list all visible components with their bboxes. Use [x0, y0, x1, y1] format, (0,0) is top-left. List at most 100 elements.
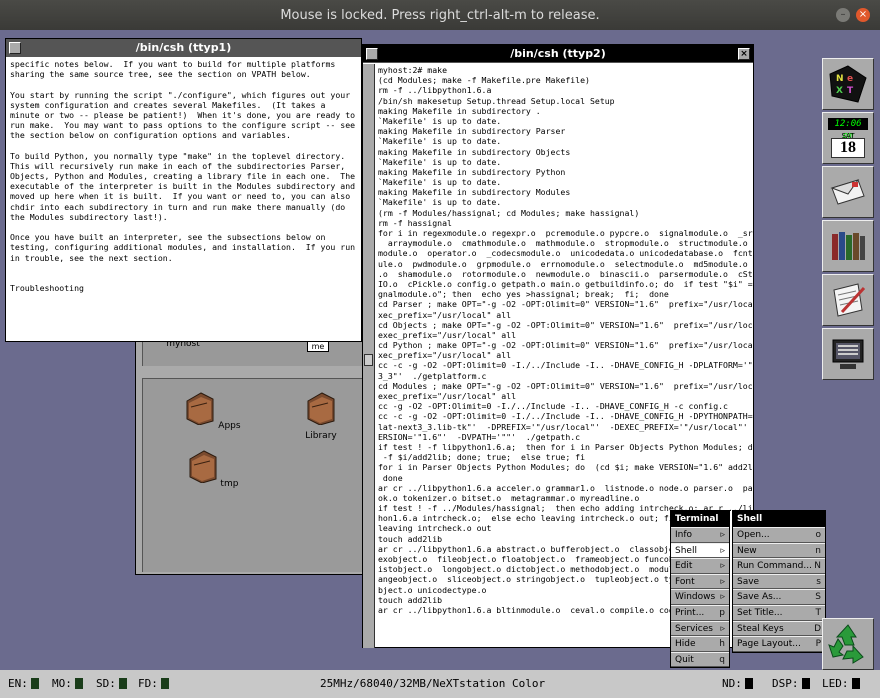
- status-mo: MO:: [52, 677, 83, 690]
- status-machine: 25MHz/68040/32MB/NeXTstation Color: [320, 677, 546, 690]
- menu-item-shortcut: s: [816, 576, 821, 587]
- terminal-line: (rm -f Modules/hassignal; cd Modules; ma…: [378, 207, 640, 218]
- terminal-line: run make. You may want to pass options t…: [10, 120, 356, 131]
- dock-tile-mail[interactable]: [822, 166, 874, 218]
- window-title-bar[interactable]: /bin/csh (ttyp1): [6, 39, 361, 57]
- terminal-line: gnalmodule.o"; then echo yes >hassignal;…: [378, 289, 669, 300]
- folder-apps[interactable]: Apps: [183, 391, 243, 431]
- menu-item-shortcut: P: [815, 639, 821, 650]
- menu-title[interactable]: Shell: [733, 511, 825, 527]
- terminal-line: done: [378, 472, 403, 483]
- menu-item-shortcut: ▹: [720, 561, 725, 572]
- dock-tile-library[interactable]: [822, 220, 874, 272]
- terminal-line: cd Objects ; make OPT="-g -O2 -OPT:Olimi…: [378, 319, 753, 330]
- menu-item-steal-keys[interactable]: Steal Keys D: [733, 620, 825, 637]
- folder-label: Library: [305, 431, 337, 441]
- mail-icon: [830, 179, 865, 205]
- dock-tile-workspace[interactable]: N e X T: [822, 58, 874, 110]
- terminal-line: `Makefile' is up to date.: [378, 197, 502, 208]
- menu-item-shortcut: ▹: [720, 530, 725, 540]
- menu-item-services[interactable]: Services ▹: [671, 620, 729, 637]
- clock-date: 18: [831, 138, 865, 158]
- menu-item-save-as[interactable]: Save As... S: [733, 589, 825, 605]
- folder-tmp[interactable]: tmp: [183, 449, 243, 489]
- dock-tile-recycler[interactable]: [822, 618, 874, 670]
- led-indicator: [744, 678, 753, 689]
- menu-item-label: Set Title...: [737, 607, 783, 618]
- menu-item-label: Steal Keys: [737, 623, 784, 634]
- menu-item-label: Windows: [675, 592, 716, 603]
- folder-label: Apps: [218, 421, 241, 431]
- terminal-line: Troubleshooting: [10, 283, 84, 294]
- terminal-line: To build Python, you normally type "make…: [10, 150, 346, 161]
- menu-item-label: Font: [675, 576, 695, 587]
- menu-item-run-command[interactable]: Run Command... N: [733, 558, 825, 574]
- folder-icon: [189, 450, 217, 484]
- folder-library[interactable]: Library: [291, 391, 351, 441]
- next-logo-icon: N e X T: [829, 65, 867, 103]
- terminal-line: moved up here when it is built. If you w…: [10, 191, 351, 202]
- terminal-line: cd Python ; make OPT="-g -O2 -OPT:Olimit…: [378, 340, 753, 351]
- menu-item-edit[interactable]: Edit ▹: [671, 558, 729, 574]
- scrollbar[interactable]: [363, 64, 375, 648]
- dock-tile-edit[interactable]: [822, 274, 874, 326]
- terminal-line: making Makefile in subdirectory .: [378, 105, 541, 116]
- menu-item-hide[interactable]: Hide h: [671, 636, 729, 652]
- terminal-line: system configuration and creates several…: [10, 99, 326, 110]
- dock: N e X T 12:06 pm SAT 18: [820, 56, 876, 382]
- terminal-line: /bin/sh makesetup Setup.thread Setup.loc…: [378, 95, 615, 106]
- miniaturize-button[interactable]: [9, 42, 21, 54]
- terminal-output[interactable]: specific notes below. If you want to bui…: [6, 57, 361, 341]
- menu-item-open[interactable]: Open... o: [733, 527, 825, 543]
- close-window-button[interactable]: ×: [738, 48, 750, 60]
- terminal-line: ok.o tokenizer.o bitset.o metagrammar.o …: [378, 492, 640, 503]
- menu-item-print[interactable]: Print... p: [671, 604, 729, 621]
- dock-tile-clock[interactable]: 12:06 pm SAT 18: [822, 112, 874, 164]
- terminal-line: `Makefile' is up to date.: [378, 156, 502, 167]
- window-title-bar[interactable]: /bin/csh (ttyp2) ×: [363, 45, 753, 63]
- menu-item-label: Print...: [675, 607, 705, 618]
- terminal-line: `Makefile' is up to date.: [378, 136, 502, 147]
- terminal-line: ERSION='"1.6"' -DVPATH='""' ./getpath.c: [378, 431, 581, 442]
- menu-item-shell[interactable]: Shell ▹: [671, 542, 729, 559]
- svg-text:X: X: [836, 86, 843, 96]
- menu-item-font[interactable]: Font ▹: [671, 573, 729, 590]
- led-indicator: [30, 678, 39, 689]
- terminal-window-ttyp1[interactable]: /bin/csh (ttyp1) specific notes below. I…: [5, 38, 362, 342]
- scroll-knob[interactable]: [364, 354, 373, 366]
- terminal-line: making Makefile in subdirectory Modules: [378, 187, 571, 198]
- folder-label: tmp: [220, 479, 239, 489]
- menu-item-shortcut: ▹: [720, 623, 725, 634]
- menu-item-shortcut: p: [719, 607, 725, 618]
- led-indicator: [118, 678, 127, 689]
- status-nd: ND:: [722, 677, 753, 690]
- menu-item-set-title[interactable]: Set Title... T: [733, 604, 825, 621]
- terminal-line: myhost:2# make: [378, 65, 448, 75]
- close-button[interactable]: ×: [856, 8, 870, 22]
- menu-item-quit[interactable]: Quit q: [671, 651, 729, 668]
- menu-item-save[interactable]: Save s: [733, 573, 825, 590]
- menu-item-label: New: [737, 545, 757, 556]
- menu-title[interactable]: Terminal: [671, 511, 729, 527]
- menu-item-shortcut: h: [719, 639, 725, 650]
- terminal-line: (cd Modules; make -f Makefile.pre Makefi…: [378, 75, 590, 86]
- terminal-line: `Makefile' is up to date.: [378, 177, 502, 188]
- miniaturize-button[interactable]: [366, 48, 378, 60]
- menu-item-info[interactable]: Info ▹: [671, 527, 729, 543]
- terminal-line: chdir into each subdirectory in turn and…: [10, 201, 346, 212]
- led-indicator: [74, 678, 83, 689]
- terminal-line: Objects, Python and Modules, creating a …: [10, 171, 356, 182]
- menu-item-windows[interactable]: Windows ▹: [671, 589, 729, 605]
- menu-item-page-layout[interactable]: Page Layout... P: [733, 636, 825, 652]
- clock-time: 12:06 pm: [828, 118, 868, 141]
- dock-tile-preferences[interactable]: [822, 328, 874, 380]
- terminal-line: testing, configuring additional modules,…: [10, 242, 356, 253]
- menu-item-new[interactable]: New n: [733, 542, 825, 559]
- svg-text:N: N: [836, 74, 844, 84]
- menu-item-shortcut: o: [815, 530, 821, 540]
- minimize-button[interactable]: –: [836, 8, 850, 22]
- menu-item-label: Save: [737, 576, 760, 587]
